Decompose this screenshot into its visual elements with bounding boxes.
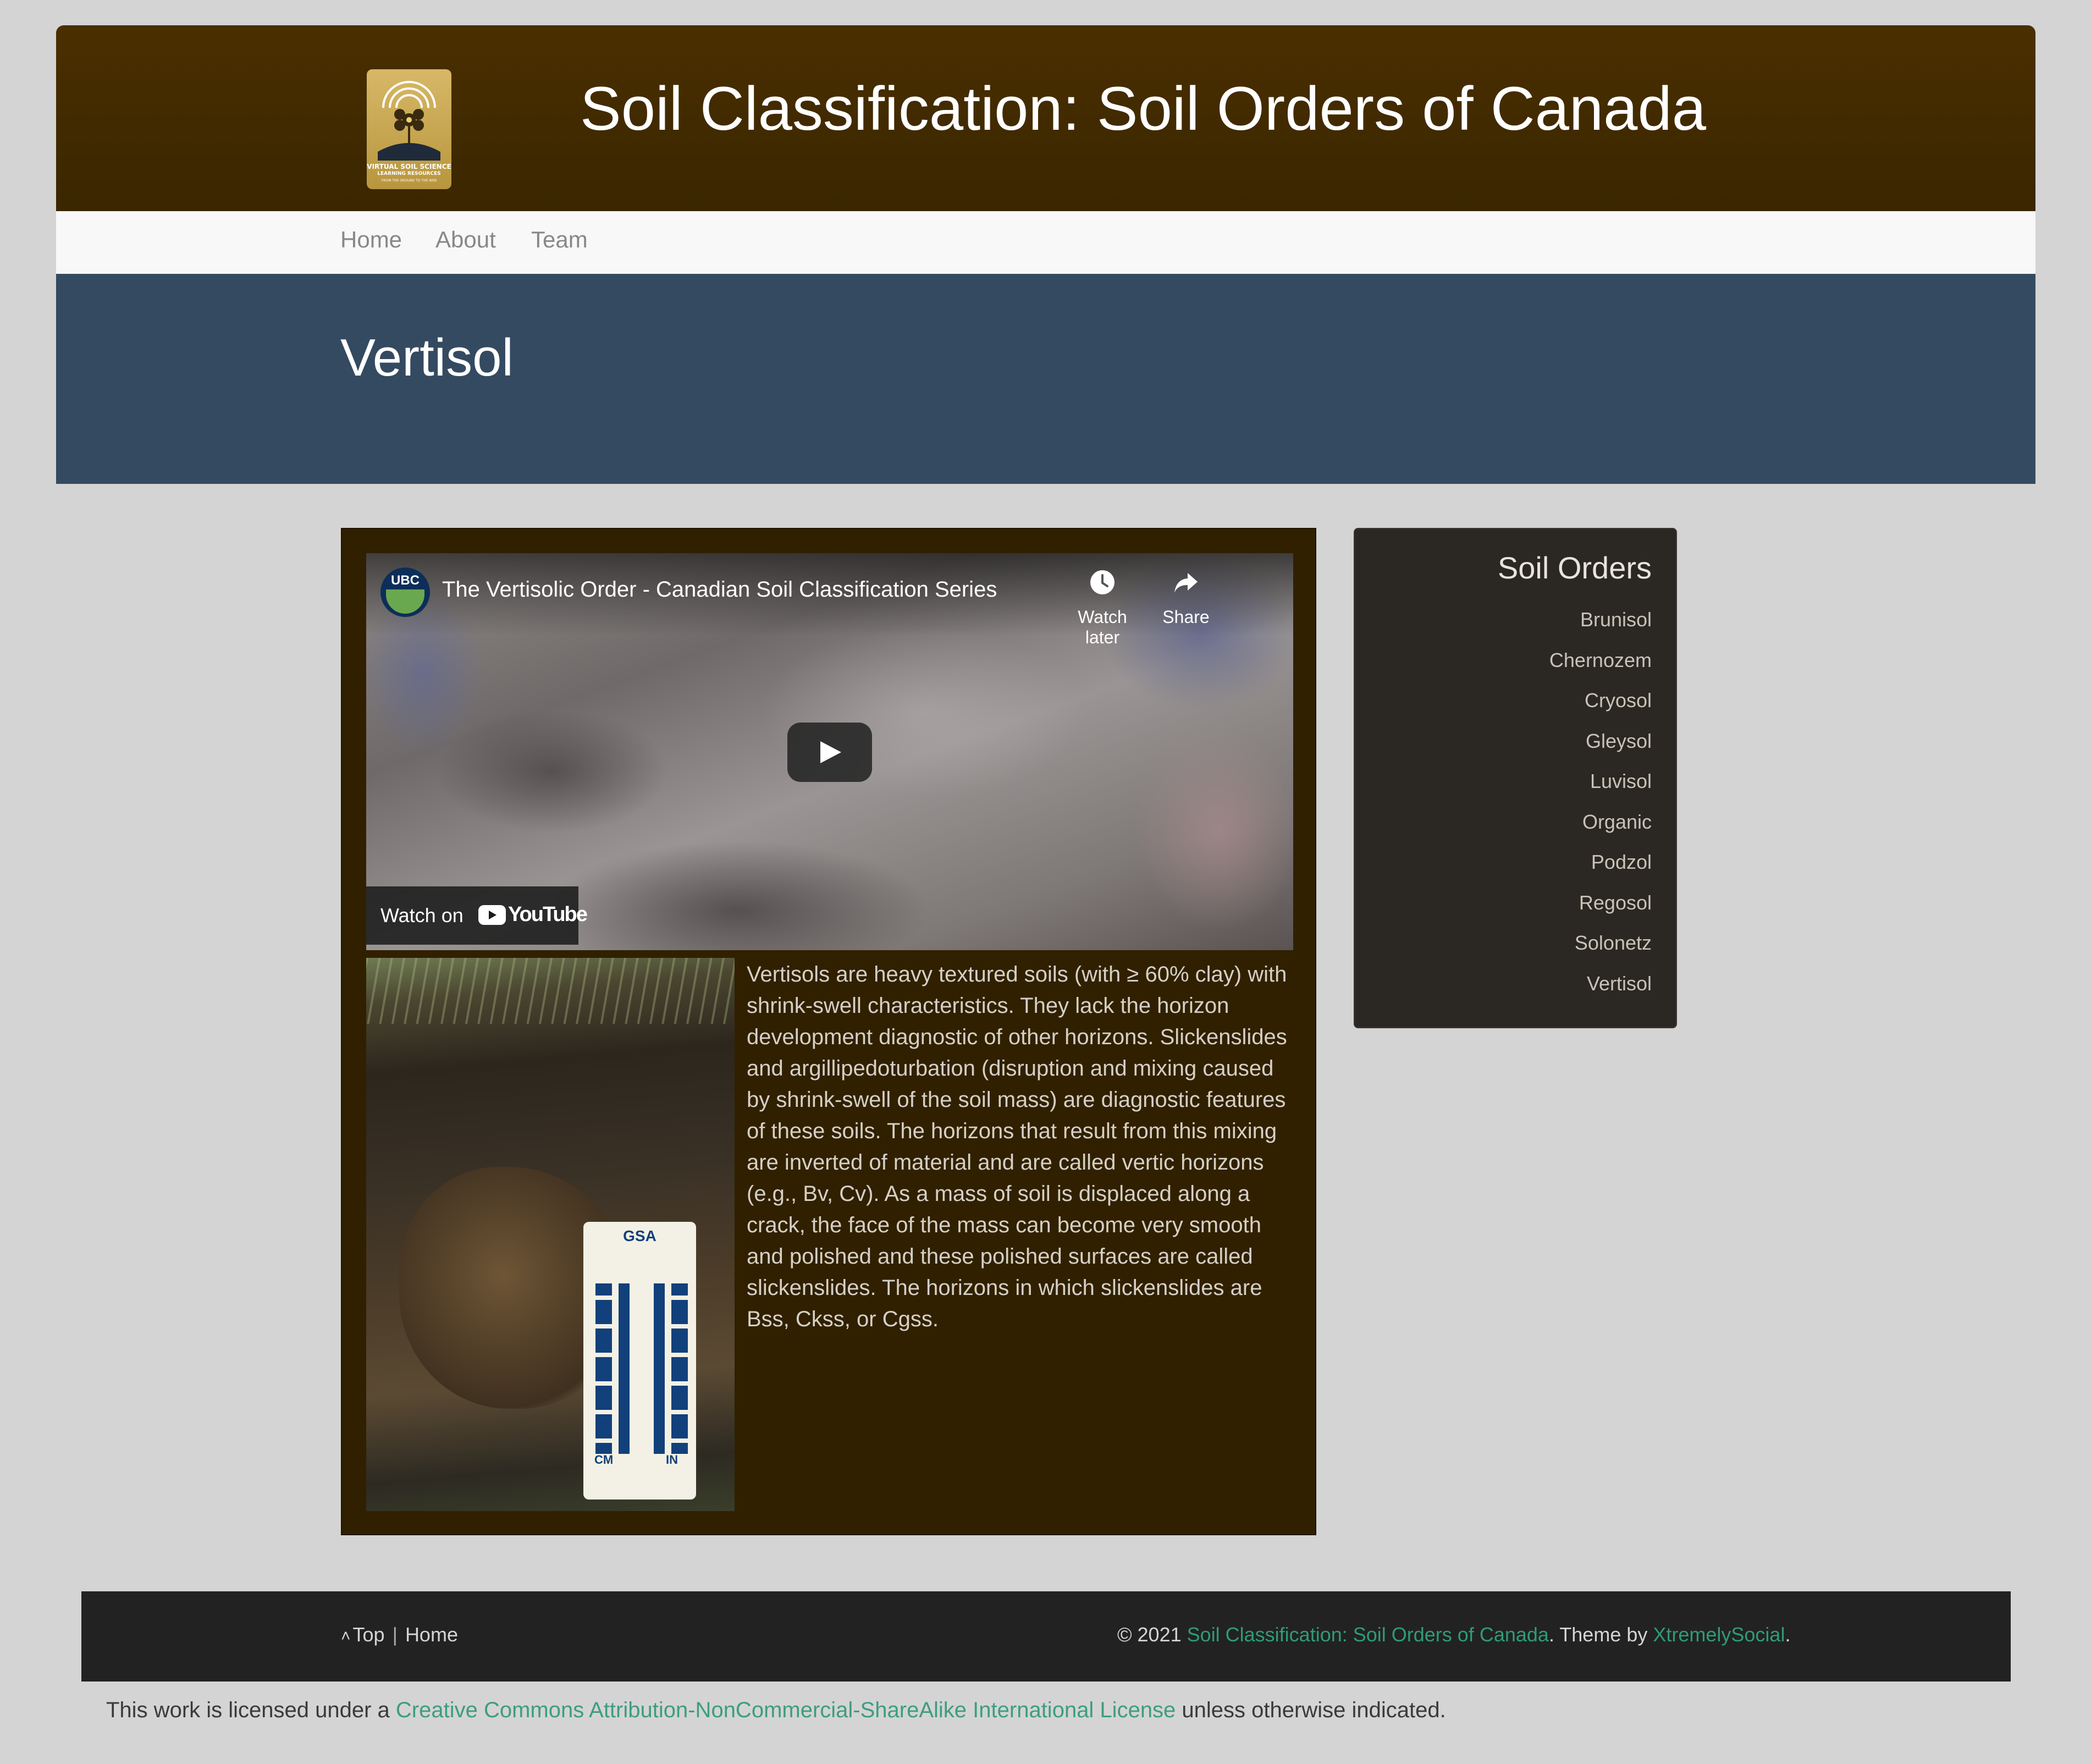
footer-links: ˄ Top | Home — [341, 1623, 458, 1646]
vertisol-description: Vertisols are heavy textured soils (with… — [747, 962, 1287, 1331]
sidebar-title: Soil Orders — [1497, 550, 1652, 585]
grass-texture — [366, 958, 735, 1024]
watch-on-label: Watch on — [380, 904, 464, 927]
watch-later-button[interactable]: Watch later — [1067, 569, 1138, 648]
channel-avatar-emblem — [386, 589, 424, 614]
gsa-card-label: GSA — [623, 1227, 656, 1244]
main-nav: Home About Team — [56, 211, 2035, 274]
copyright-prefix: © 2021 — [1117, 1623, 1187, 1646]
license-notice: This work is licensed under a Creative C… — [106, 1698, 1446, 1723]
site-footer: ˄ Top | Home © 2021 Soil Classification: So… — [81, 1591, 2011, 1682]
logo-line2: LEARNING RESOURCES — [377, 171, 441, 177]
sidebar-item-organic[interactable]: Organic — [1549, 802, 1652, 842]
sidebar-item-gleysol[interactable]: Gleysol — [1549, 721, 1652, 762]
license-suffix: unless otherwise indicated. — [1176, 1698, 1446, 1722]
play-button[interactable] — [787, 723, 872, 782]
main-content: UBC The Vertisolic Order - Canadian Soil… — [341, 528, 1316, 1535]
nav-team[interactable]: Team — [531, 227, 588, 253]
share-button[interactable]: Share — [1156, 569, 1216, 627]
chevron-up-icon: ˄ — [341, 1627, 351, 1645]
sidebar-item-vertisol[interactable]: Vertisol — [1549, 963, 1652, 1004]
soil-profile-photo: GSA CM IN — [366, 958, 735, 1511]
scale-bar — [654, 1283, 665, 1454]
watch-on-youtube-button[interactable]: Watch on YouTube — [366, 886, 588, 945]
cm-label: CM — [594, 1453, 614, 1467]
share-arrow-icon — [1156, 569, 1216, 602]
in-label: IN — [666, 1453, 678, 1467]
site-title[interactable]: Soil Classification: Soil Orders of Cana… — [580, 75, 1706, 142]
copyright-suffix: . — [1785, 1623, 1791, 1646]
channel-avatar[interactable]: UBC — [380, 567, 430, 617]
soil-orders-list: Brunisol Chernozem Cryosol Gleysol Luvis… — [1549, 599, 1652, 1004]
footer-copyright: © 2021 Soil Classification: Soil Orders … — [1117, 1623, 1790, 1646]
footer-separator: | — [392, 1623, 398, 1646]
nav-about[interactable]: About — [435, 227, 496, 253]
sidebar-item-cryosol[interactable]: Cryosol — [1549, 680, 1652, 721]
youtube-wordmark: YouTube — [508, 903, 588, 926]
page-title: Vertisol — [340, 328, 514, 387]
sidebar-item-solonetz[interactable]: Solonetz — [1549, 923, 1652, 963]
sidebar-item-regosol[interactable]: Regosol — [1549, 883, 1652, 923]
youtube-play-icon — [478, 905, 506, 925]
footer-home-link[interactable]: Home — [405, 1623, 458, 1646]
back-to-top-link[interactable]: ˄ Top — [341, 1623, 385, 1646]
nav-home[interactable]: Home — [340, 227, 402, 253]
site-logo[interactable]: VIRTUAL SOIL SCIENCE LEARNING RESOURCES … — [367, 69, 451, 189]
channel-name: UBC — [391, 573, 420, 588]
top-label: Top — [352, 1623, 385, 1646]
site-header: VIRTUAL SOIL SCIENCE LEARNING RESOURCES … — [56, 25, 2035, 211]
sidebar-item-brunisol[interactable]: Brunisol — [1549, 599, 1652, 640]
scale-bar — [619, 1283, 630, 1454]
youtube-embed[interactable]: UBC The Vertisolic Order - Canadian Soil… — [366, 553, 1293, 950]
license-prefix: This work is licensed under a — [106, 1698, 396, 1722]
logo-line1: VIRTUAL SOIL SCIENCE — [367, 163, 451, 170]
sidebar-item-chernozem[interactable]: Chernozem — [1549, 640, 1652, 681]
share-label: Share — [1162, 607, 1210, 627]
license-link[interactable]: Creative Commons Attribution-NonCommerci… — [396, 1698, 1176, 1722]
theme-text: . Theme by — [1548, 1623, 1653, 1646]
clock-icon — [1067, 569, 1138, 602]
theme-author-link[interactable]: XtremelySocial — [1653, 1623, 1785, 1646]
page: VIRTUAL SOIL SCIENCE LEARNING RESOURCES … — [0, 0, 2091, 1764]
virtual-soil-science-logo-icon: VIRTUAL SOIL SCIENCE LEARNING RESOURCES … — [367, 69, 451, 189]
gsa-scale-card: GSA CM IN — [583, 1222, 696, 1500]
soil-orders-sidebar: Soil Orders Brunisol Chernozem Cryosol G… — [1354, 528, 1677, 1028]
footer-site-link[interactable]: Soil Classification: Soil Orders of Cana… — [1187, 1623, 1549, 1646]
video-title[interactable]: The Vertisolic Order - Canadian Soil Cla… — [442, 577, 997, 602]
page-title-band: Vertisol — [56, 274, 2035, 484]
logo-line3: FROM THE GROUND TO THE WEB — [381, 179, 437, 183]
in-scale-bar — [671, 1283, 688, 1454]
sidebar-item-luvisol[interactable]: Luvisol — [1549, 761, 1652, 802]
watch-later-label: Watch later — [1078, 607, 1127, 647]
sidebar-item-podzol[interactable]: Podzol — [1549, 842, 1652, 883]
cm-scale-bar — [595, 1283, 612, 1454]
play-icon — [820, 741, 841, 763]
